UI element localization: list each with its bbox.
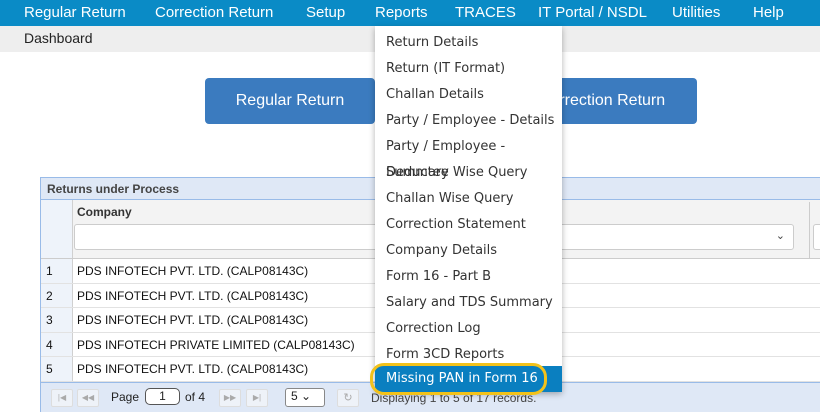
column-divider	[809, 202, 810, 258]
page-input[interactable]: 1	[145, 388, 180, 405]
row-number: 4	[41, 332, 73, 357]
row-number: 2	[41, 283, 73, 308]
menu-item-company-details[interactable]: Company Details	[375, 238, 562, 264]
menu-item-party-summary[interactable]: Party / Employee - Summary	[375, 134, 562, 180]
highlight-ring	[370, 363, 547, 395]
row-number: 5	[41, 357, 73, 381]
menu-traces[interactable]: TRACES	[455, 0, 516, 25]
regular-return-button[interactable]: Regular Return	[205, 78, 375, 124]
menu-setup[interactable]: Setup	[306, 0, 345, 25]
menu-reports[interactable]: Reports	[375, 0, 428, 25]
chevron-down-icon: ⌄	[775, 229, 785, 242]
menu-item-correction-statement[interactable]: Correction Statement	[375, 212, 562, 238]
page-label: Page	[111, 390, 140, 404]
next-column-filter[interactable]	[813, 224, 820, 250]
menu-help[interactable]: Help	[753, 0, 784, 25]
menu-correction-return[interactable]: Correction Return	[155, 0, 273, 25]
menu-it-portal[interactable]: IT Portal / NSDL	[538, 0, 647, 25]
menu-item-challan-query[interactable]: Challan Wise Query	[375, 186, 562, 212]
menu-item-form16-partb[interactable]: Form 16 - Part B	[375, 264, 562, 290]
company-column-label: Company	[77, 205, 132, 219]
page-size-select[interactable]: 5 ⌄	[285, 388, 325, 407]
company-cell: PDS INFOTECH PVT. LTD. (CALP08143C)	[77, 288, 309, 303]
company-cell: PDS INFOTECH PVT. LTD. (CALP08143C)	[77, 264, 309, 278]
company-cell: PDS INFOTECH PVT. LTD. (CALP08143C)	[77, 313, 309, 328]
company-cell: PDS INFOTECH PRIVATE LIMITED (CALP08143C…	[77, 337, 355, 352]
page-size-value: 5	[291, 389, 298, 403]
menu-item-challan-details[interactable]: Challan Details	[375, 82, 562, 108]
menu-item-correction-log[interactable]: Correction Log	[375, 316, 562, 342]
next-page-icon[interactable]: ▶▶	[219, 389, 241, 407]
last-page-icon[interactable]: ▶|	[246, 389, 268, 407]
menu-item-deductee-query[interactable]: Deductee Wise Query	[375, 160, 562, 186]
rownum-header	[41, 200, 73, 258]
row-number: 3	[41, 308, 73, 332]
menu-item-return-it-format[interactable]: Return (IT Format)	[375, 56, 562, 82]
row-number: 1	[41, 259, 73, 283]
prev-page-icon[interactable]: ◀◀	[77, 389, 99, 407]
refresh-icon[interactable]: ↻	[337, 389, 359, 407]
company-cell: PDS INFOTECH PVT. LTD. (CALP08143C)	[77, 362, 309, 377]
page-count: of 4	[185, 390, 206, 404]
menu-item-salary-tds-summary[interactable]: Salary and TDS Summary	[375, 290, 562, 316]
reports-dropdown: Return Details Return (IT Format) Challa…	[375, 26, 562, 392]
breadcrumb-dashboard[interactable]: Dashboard	[24, 30, 93, 46]
menu-item-return-details[interactable]: Return Details	[375, 30, 562, 56]
top-menu-bar: Regular Return Correction Return Setup R…	[0, 0, 820, 26]
menu-item-party-details[interactable]: Party / Employee - Details	[375, 108, 562, 134]
menu-utilities[interactable]: Utilities	[672, 0, 720, 25]
first-page-icon[interactable]: |◀	[51, 389, 73, 407]
menu-regular-return[interactable]: Regular Return	[24, 0, 126, 25]
